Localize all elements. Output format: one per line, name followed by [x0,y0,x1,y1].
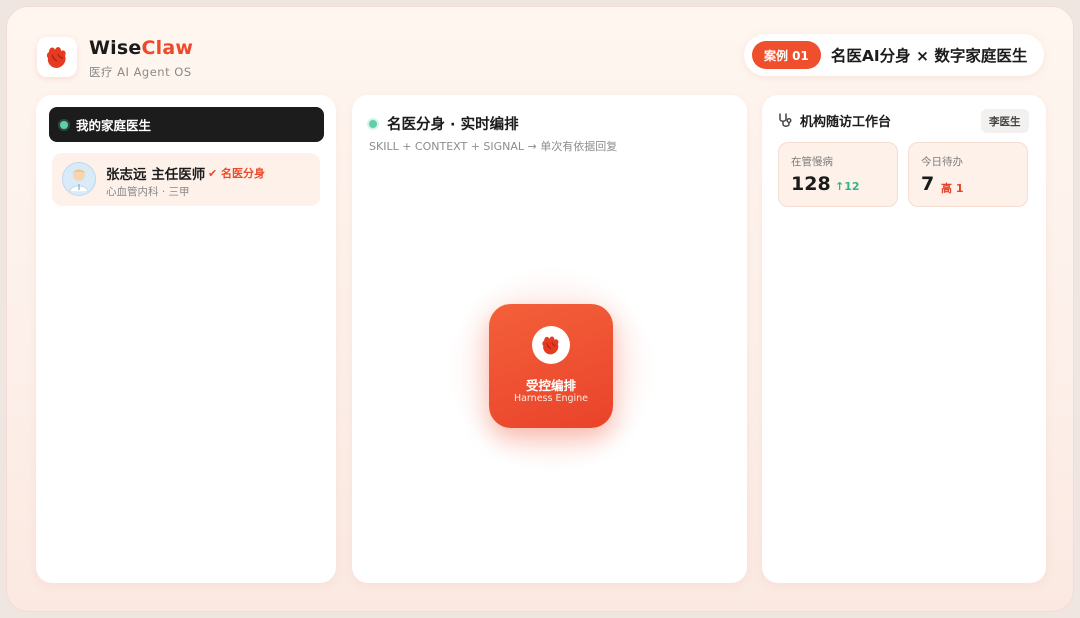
followup-workbench-panel: 机构随访工作台 李医生 在管慢病 128 ↑12 今日待办 7 高 1 [762,95,1046,583]
stat-value: 128 [791,173,831,195]
brand-logo [37,37,77,77]
doctor-card[interactable]: 张志远 主任医师 ✔ 名医分身 心血管内科 · 三甲 [52,153,320,206]
case-pill: 案例 01 名医AI分身 × 数字家庭医生 [744,34,1044,76]
stat-value: 7 [921,173,935,195]
claw-icon [46,47,66,68]
orchestration-subtitle: SKILL + CONTEXT + SIGNAL → 单次有依据回复 [369,140,618,153]
family-doctor-panel: 我的家庭医生 张志远 主任医师 ✔ 名医分身 心血管内科 · 三甲 [36,95,336,583]
stat-label: 在管慢病 [791,156,833,168]
doctor-name: 张志远 主任医师 [106,167,206,183]
status-dot [369,119,377,128]
orchestration-title: 名医分身 · 实时编排 [387,117,519,133]
family-doctor-header-label: 我的家庭医生 [76,118,152,133]
orchestration-title-row: 名医分身 · 实时编排 [369,113,519,134]
family-doctor-header: 我的家庭医生 [49,107,324,142]
stat-delta: ↑12 [835,180,860,193]
workbench-title: 机构随访工作台 [800,115,892,130]
stat-delta: 高 1 [941,182,964,195]
verified-badge: ✔ 名医分身 [208,167,266,180]
doctor-avatar-icon [62,162,96,196]
stat-label: 今日待办 [921,156,963,168]
doctor-department: 心血管内科 · 三甲 [106,186,190,198]
stat-card-todo[interactable]: 今日待办 7 高 1 [908,142,1028,207]
harness-engine-card[interactable]: 受控编排 Harness Engine [489,304,613,428]
workbench-title-row: 机构随访工作台 [777,111,891,130]
brand-name-part1: Wise [89,37,142,59]
orchestration-panel: 名医分身 · 实时编排 SKILL + CONTEXT + SIGNAL → 单… [352,95,747,583]
stat-card-chronic[interactable]: 在管慢病 128 ↑12 [778,142,898,207]
case-badge: 案例 01 [752,41,821,69]
app-window: WiseClaw 医疗 AI Agent OS 案例 01 名医AI分身 × 数… [6,6,1074,612]
doctor-chip[interactable]: 李医生 [981,109,1029,133]
engine-sublabel: Harness Engine [513,393,589,404]
brand-subtitle: 医疗 AI Agent OS [89,65,192,79]
case-title: 名医AI分身 × 数字家庭医生 [830,47,1028,65]
stethoscope-icon [779,113,792,127]
engine-label: 受控编排 [525,378,576,393]
brand-title: WiseClaw [89,37,193,59]
status-dot [60,120,68,129]
brand-name-part2: Claw [141,37,194,59]
claw-icon [532,326,570,364]
